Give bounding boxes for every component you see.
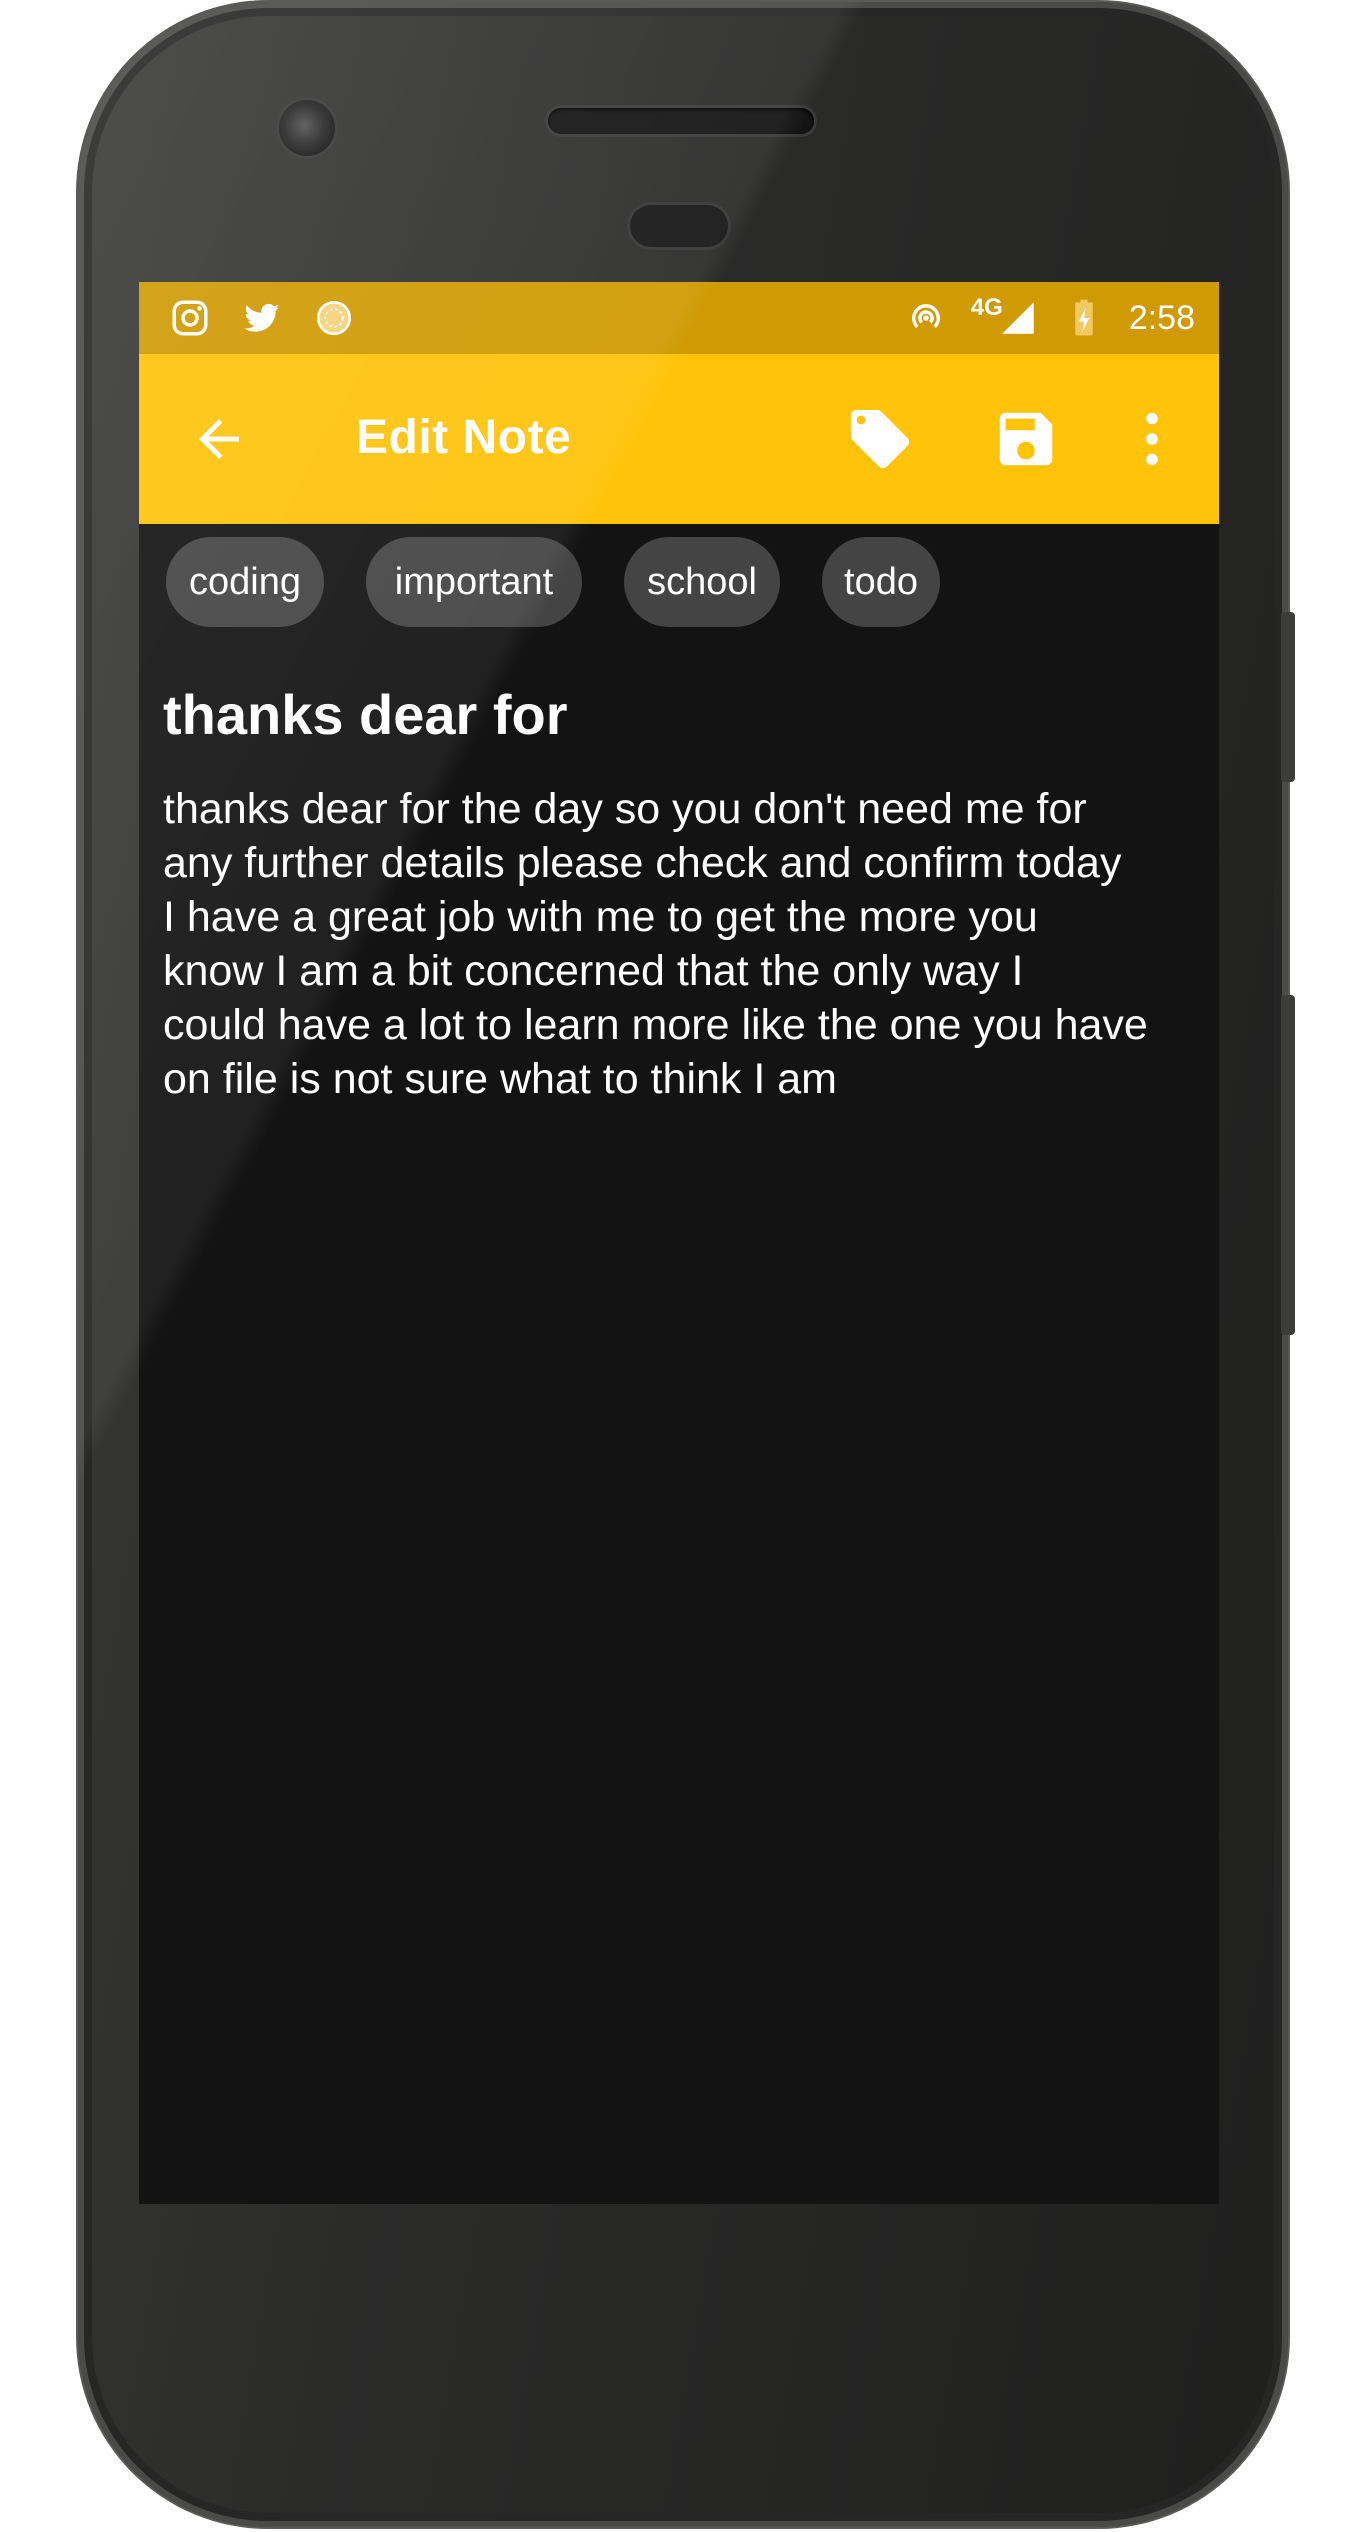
note-body-input[interactable]: thanks dear for the day so you don't nee… xyxy=(163,782,1203,1106)
screen: 4G 2:58 Edit Note coding important schoo… xyxy=(139,282,1219,2204)
tag-chip[interactable]: important xyxy=(366,537,582,627)
instagram-icon xyxy=(172,300,208,336)
page-title: Edit Note xyxy=(356,411,572,464)
save-icon[interactable] xyxy=(991,404,1061,474)
earpiece-speaker xyxy=(548,108,814,134)
tag-chip[interactable]: coding xyxy=(166,537,324,627)
network-type: 4G xyxy=(970,294,1003,321)
volume-button xyxy=(1281,995,1295,1335)
tag-chip-list: coding important school todo xyxy=(166,537,940,627)
signal-icon xyxy=(1002,302,1034,334)
twitter-icon xyxy=(244,303,280,332)
app-bar: Edit Note xyxy=(139,354,1219,524)
clock: 2:58 xyxy=(1128,298,1195,337)
tag-chip[interactable]: todo xyxy=(822,537,940,627)
battery-charging-icon xyxy=(1075,299,1093,336)
proximity-sensor xyxy=(630,205,728,247)
tag-chip[interactable]: school xyxy=(624,537,780,627)
tag-icon[interactable] xyxy=(845,404,915,474)
front-camera xyxy=(279,100,335,156)
hotspot-icon xyxy=(911,304,940,328)
note-title-input[interactable]: thanks dear for xyxy=(163,682,568,747)
loading-circle-icon xyxy=(316,300,352,336)
device-frame: 4G 2:58 Edit Note coding important schoo… xyxy=(0,0,1370,2532)
more-vert-icon[interactable] xyxy=(1117,404,1187,474)
status-bar: 4G 2:58 xyxy=(139,282,1219,354)
back-arrow-icon[interactable] xyxy=(189,409,249,469)
power-button xyxy=(1281,612,1295,782)
